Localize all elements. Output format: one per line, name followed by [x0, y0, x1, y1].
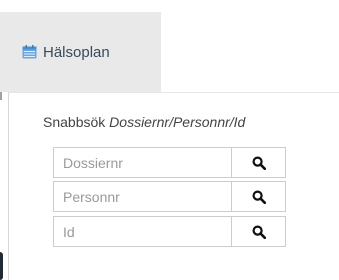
dossiernr-search-row	[53, 147, 286, 178]
tab-bar: Hälsoplan	[0, 0, 339, 92]
search-icon	[251, 224, 266, 239]
id-input[interactable]	[53, 216, 231, 247]
quick-search-heading: Snabbsök Dossiernr/Personnr/Id	[43, 114, 245, 130]
left-edge-marker	[0, 92, 2, 100]
heading-prefix: Snabbsök	[43, 114, 110, 130]
personnr-search-row	[53, 181, 286, 212]
id-search-button[interactable]	[231, 216, 286, 247]
personnr-input[interactable]	[53, 181, 231, 212]
heading-fields: Dossiernr/Personnr/Id	[109, 114, 246, 130]
search-icon	[251, 189, 266, 204]
personnr-search-button[interactable]	[231, 181, 286, 212]
dossiernr-input[interactable]	[53, 147, 231, 178]
search-icon	[251, 155, 266, 170]
tab-halsoplan[interactable]: Hälsoplan	[0, 12, 161, 92]
left-edge-element	[0, 252, 3, 280]
tab-label: Hälsoplan	[43, 43, 110, 61]
page: Hälsoplan Snabbsök Dossiernr/Personnr/Id	[0, 0, 339, 280]
id-search-row	[53, 216, 286, 247]
calendar-icon	[22, 45, 37, 59]
dossiernr-search-button[interactable]	[231, 147, 286, 178]
